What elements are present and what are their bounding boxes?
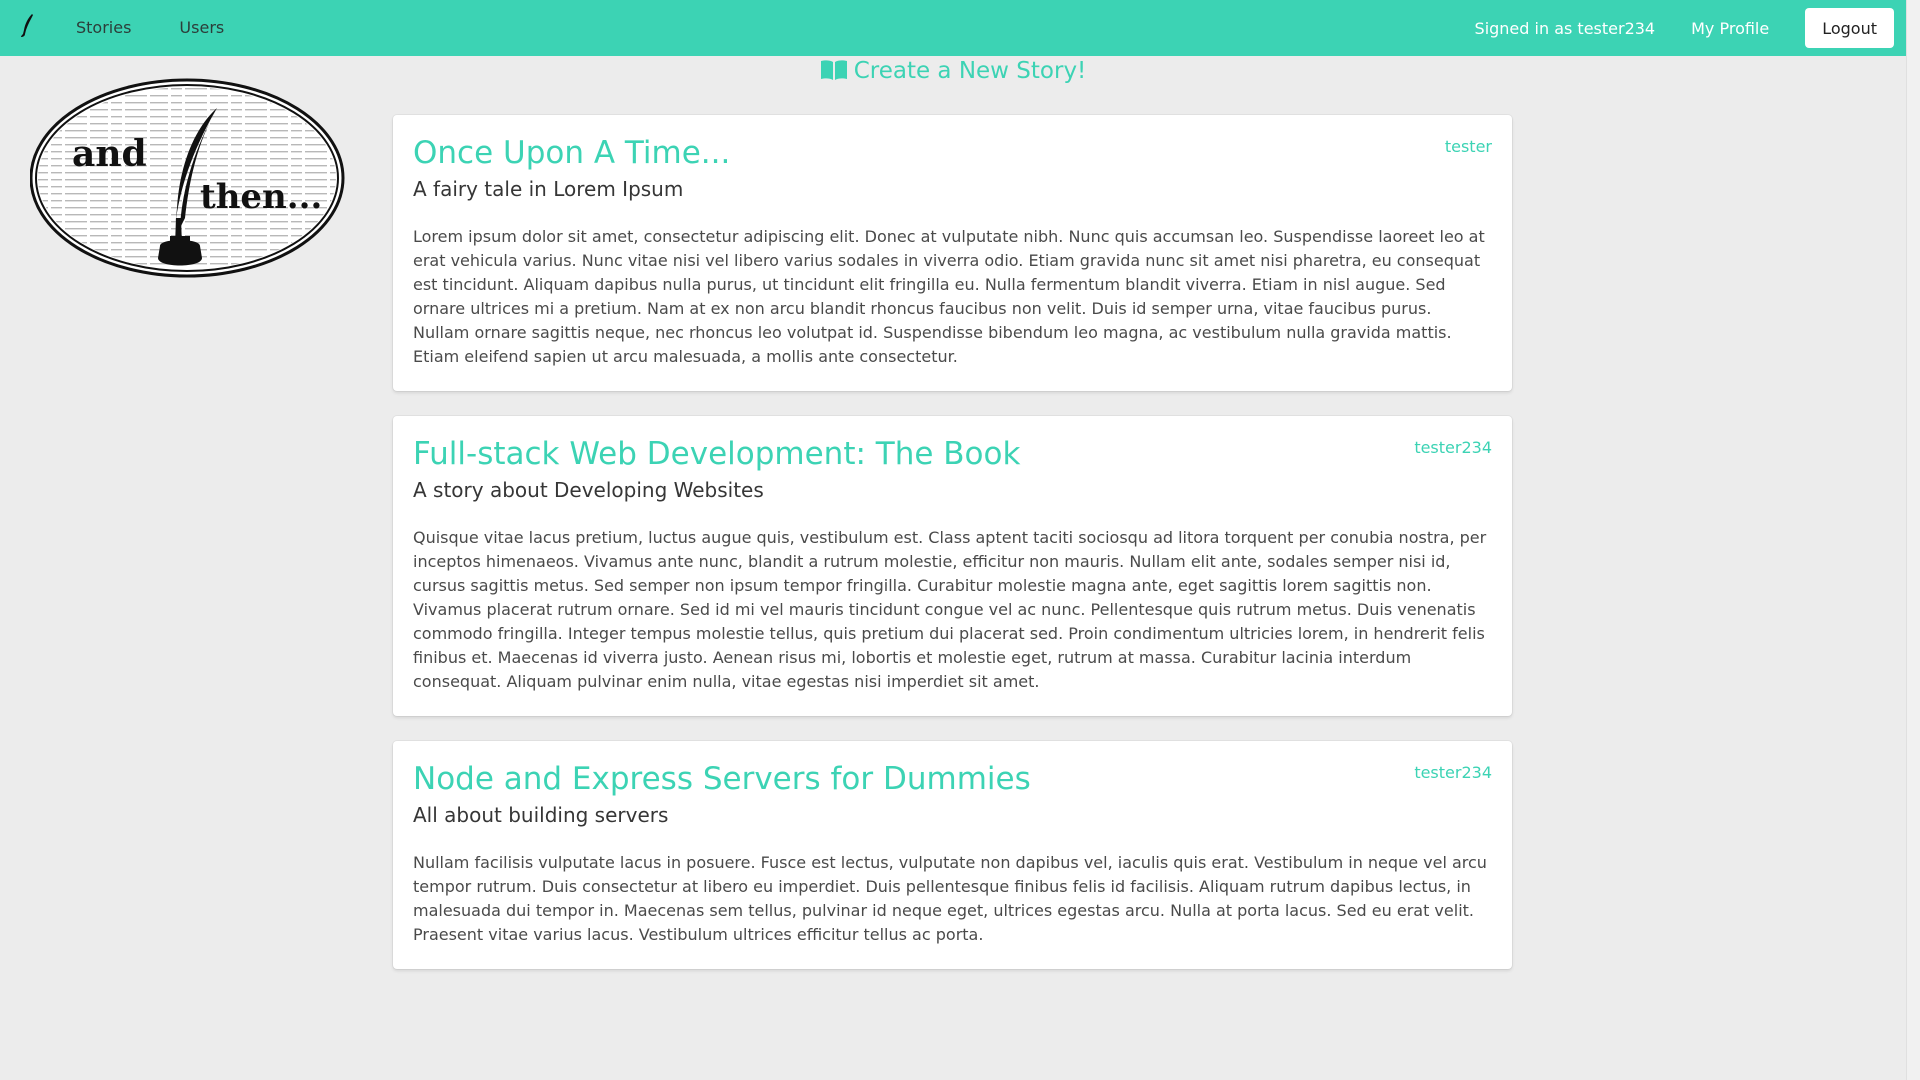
story-excerpt: Quisque vitae lacus pretium, luctus augu… [413,528,1487,691]
logo-word-and: and [72,133,147,175]
story-title[interactable]: Full-stack Web Development: The Book [413,434,1492,474]
book-icon [820,59,848,87]
story-excerpt: Nullam facilisis vulputate lacus in posu… [413,853,1487,944]
story-card: Node and Express Servers for Dummies All… [393,741,1512,969]
nav-item-users[interactable]: Users [155,0,248,56]
signed-in-status: Signed in as tester234 [1474,18,1656,38]
story-subtitle: All about building servers [413,803,669,827]
logo-word-then: then... [200,177,322,217]
story-subtitle: A story about Developing Websites [413,478,764,502]
story-card: Once Upon A Time... A fairy tale in Lore… [393,115,1512,391]
story-title[interactable]: Node and Express Servers for Dummies [413,759,1492,799]
story-subtitle: A fairy tale in Lorem Ipsum [413,177,684,201]
create-story-label: Create a New Story! [853,58,1087,84]
story-author-link[interactable]: tester234 [1414,438,1492,457]
nav-item-stories[interactable]: Stories [52,0,155,56]
story-excerpt: Lorem ipsum dolor sit amet, consectetur … [413,227,1485,366]
story-author-link[interactable]: tester [1445,137,1492,156]
story-list: Once Upon A Time... A fairy tale in Lore… [393,115,1512,994]
logout-button[interactable]: Logout [1805,8,1894,48]
top-navbar: Stories Users Signed in as tester234 My … [0,0,1906,56]
quill-icon [20,14,34,42]
create-story-link[interactable]: Create a New Story! [0,58,1906,87]
story-author-link[interactable]: tester234 [1414,763,1492,782]
story-card: Full-stack Web Development: The Book A s… [393,416,1512,716]
my-profile-link[interactable]: My Profile [1673,19,1787,38]
story-title[interactable]: Once Upon A Time... [413,133,1492,173]
and-then-logo: and then... [29,78,346,278]
brand-logo-link[interactable] [2,0,52,56]
page-scrollbar[interactable] [1906,0,1920,1080]
